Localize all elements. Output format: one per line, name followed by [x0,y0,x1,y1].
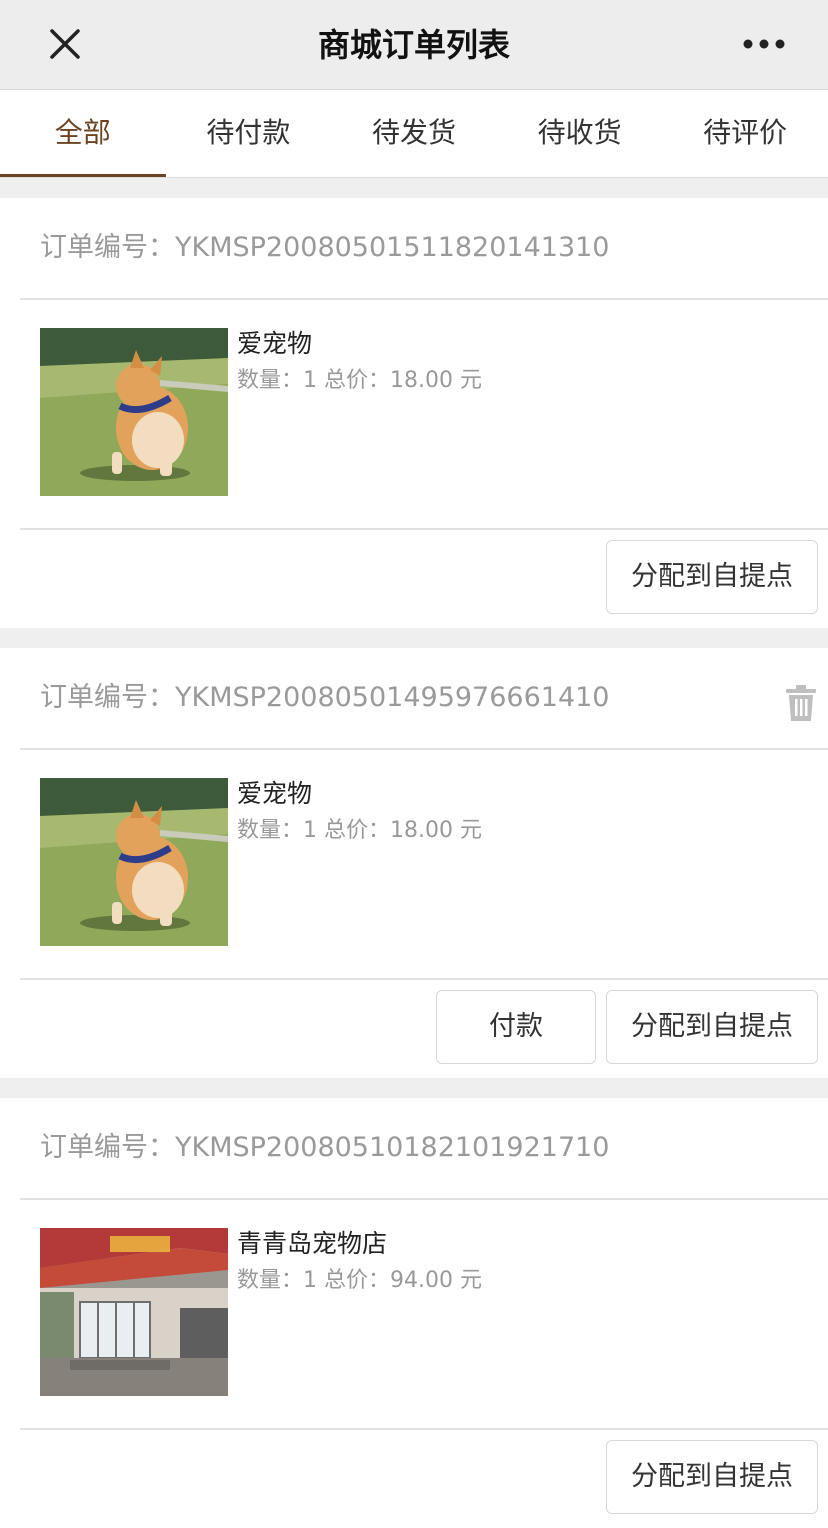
divider [0,1078,828,1098]
product-name: 爱宠物 [237,779,313,808]
divider [20,1198,828,1200]
divider [20,528,828,530]
product-name: 爱宠物 [237,329,313,358]
divider [0,178,828,198]
assign-pickup-button[interactable]: 分配到自提点 [606,540,818,614]
order-actions: 付款 分配到自提点 [436,990,818,1064]
nav-bar: 商城订单列表 [0,0,828,90]
order-number: 订单编号：YKMSP20080501495976661410 [40,682,610,713]
order-number: 订单编号：YKMSP20080510182101921710 [40,1132,610,1163]
order-tabs: 全部 待付款 待发货 待收货 待评价 [0,90,828,178]
tab-pending-receipt[interactable]: 待收货 [497,90,663,177]
divider [20,298,828,300]
product-image-corgi[interactable] [40,328,228,496]
product-info: 数量：1 总价：94.00 元 [237,1268,482,1293]
divider [0,628,828,648]
product-name: 青青岛宠物店 [237,1229,388,1258]
divider [20,1428,828,1430]
order-number: 订单编号：YKMSP20080501511820141310 [40,232,610,263]
pay-button[interactable]: 付款 [436,990,596,1064]
tab-all[interactable]: 全部 [0,90,166,177]
order-card: 订单编号：YKMSP20080510182101921710 青青岛宠物店 数量… [0,1098,828,1528]
trash-icon[interactable] [784,684,818,722]
assign-pickup-button[interactable]: 分配到自提点 [606,990,818,1064]
order-actions: 分配到自提点 [606,1440,818,1514]
order-actions: 分配到自提点 [606,540,818,614]
tab-pending-shipment[interactable]: 待发货 [331,90,497,177]
tab-pending-payment[interactable]: 待付款 [166,90,332,177]
product-info: 数量：1 总价：18.00 元 [237,818,482,843]
order-card: 订单编号：YKMSP20080501511820141310 爱宠物 数量：1 … [0,198,828,628]
divider [20,978,828,980]
order-list: 订单编号：YKMSP20080501511820141310 爱宠物 数量：1 … [0,178,828,1528]
divider [20,748,828,750]
more-icon[interactable] [742,38,786,50]
product-image-pet-store[interactable] [40,1228,228,1396]
tab-pending-review[interactable]: 待评价 [662,90,828,177]
product-info: 数量：1 总价：18.00 元 [237,368,482,393]
assign-pickup-button[interactable]: 分配到自提点 [606,1440,818,1514]
page-title: 商城订单列表 [317,26,510,64]
product-image-corgi[interactable] [40,778,228,946]
order-card: 订单编号：YKMSP20080501495976661410 爱宠物 数量：1 … [0,648,828,1078]
